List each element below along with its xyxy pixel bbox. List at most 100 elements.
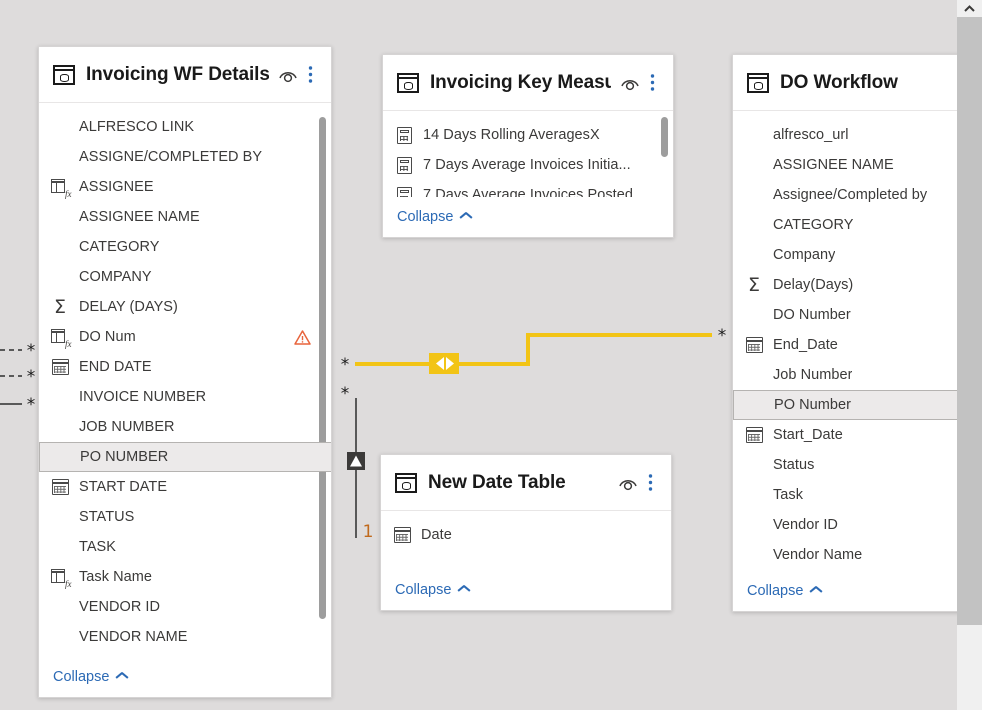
table-card-invoicing-wf-details[interactable]: Invoicing WF Details ALFRESCO LINK ASSIGN… <box>38 46 332 698</box>
field-row[interactable]: Σ Delay(Days) <box>733 270 982 300</box>
collapse-button[interactable]: Collapse <box>747 583 821 599</box>
field-row[interactable]: COMPANY <box>39 262 331 292</box>
field-name: START DATE <box>79 479 168 495</box>
field-row[interactable]: fx DO Num <box>39 322 331 352</box>
field-row[interactable]: ASSIGNEE NAME <box>733 150 982 180</box>
collapse-bar: Collapse <box>39 657 331 697</box>
table-card-invoicing-key-measures[interactable]: Invoicing Key Measures 14 Days Rolling A… <box>382 54 674 238</box>
field-row[interactable]: fx Task Name <box>39 562 331 592</box>
field-row[interactable]: fx ASSIGNEE <box>39 172 331 202</box>
more-options-icon[interactable] <box>643 472 657 494</box>
hide-eye-icon[interactable] <box>619 72 641 94</box>
warning-icon[interactable] <box>294 329 325 345</box>
card-header[interactable]: Invoicing WF Details <box>39 47 331 103</box>
field-name: Job Number <box>773 367 853 383</box>
field-name: ALFRESCO LINK <box>79 119 195 135</box>
field-row[interactable]: STATUS <box>39 502 331 532</box>
svg-text:*: * <box>718 326 727 346</box>
field-name: INVOICE NUMBER <box>79 389 207 405</box>
relationship-offscreen-left-1: * <box>0 341 35 361</box>
field-row[interactable]: Task <box>733 480 982 510</box>
field-list[interactable]: 14 Days Rolling AveragesX 7 Days Average … <box>383 111 673 197</box>
field-name: Company <box>773 247 836 263</box>
field-row[interactable]: CATEGORY <box>733 210 982 240</box>
field-list[interactable]: ALFRESCO LINK ASSIGNE/COMPLETED BY fx ASSIG… <box>39 103 331 657</box>
field-row[interactable]: Σ DELAY (DAYS) <box>39 292 331 322</box>
field-icon-none <box>49 597 71 617</box>
table-title: DO Workflow <box>780 71 898 93</box>
field-row[interactable]: VENDOR NAME <box>39 622 331 652</box>
table-card-new-date-table[interactable]: New Date Table Date Collapse <box>380 454 672 611</box>
field-row[interactable]: INVOICE NUMBER <box>39 382 331 412</box>
field-row[interactable]: Assignee/Completed by <box>733 180 982 210</box>
field-row[interactable]: Vendor ID <box>733 510 982 540</box>
window-scrollbar[interactable] <box>957 0 982 710</box>
svg-text:*: * <box>27 395 36 415</box>
scrollbar-thumb[interactable] <box>957 17 982 625</box>
field-row[interactable]: Vendor Name <box>733 540 982 570</box>
field-name: alfresco_url <box>773 127 849 143</box>
field-icon-none <box>50 447 72 467</box>
field-row[interactable]: 7 Days Average Invoices Posted... <box>383 180 673 197</box>
table-card-do-workflow[interactable]: DO Workflow alfresco_url ASSIGNEE NAME Ass… <box>732 54 982 612</box>
field-row[interactable]: CATEGORY <box>39 232 331 262</box>
collapse-button[interactable]: Collapse <box>397 209 471 225</box>
field-row[interactable]: ASSIGNE/COMPLETED BY <box>39 142 331 172</box>
hide-eye-icon[interactable] <box>277 64 299 86</box>
card-header[interactable]: Invoicing Key Measures <box>383 55 673 111</box>
field-row[interactable]: END DATE <box>39 352 331 382</box>
relationship-offscreen-left-3: * <box>0 395 35 415</box>
crossfilter-single-marker <box>347 452 365 470</box>
relationship-new-date-table-to-wf-details[interactable]: * 1 <box>341 384 374 542</box>
crossfilter-both-marker <box>429 353 459 374</box>
field-row[interactable]: End_Date <box>733 330 982 360</box>
field-row[interactable]: Company <box>733 240 982 270</box>
relationship-wf-details-to-do-workflow[interactable]: * * <box>341 326 727 375</box>
hide-eye-icon[interactable] <box>617 472 639 494</box>
field-row[interactable]: Date <box>381 520 671 550</box>
table-icon <box>53 64 75 85</box>
collapse-bar: Collapse <box>733 571 982 611</box>
field-row[interactable]: 14 Days Rolling AveragesX <box>383 120 673 150</box>
field-list[interactable]: Date <box>381 511 671 570</box>
field-row[interactable]: JOB NUMBER <box>39 412 331 442</box>
field-row[interactable]: 7 Days Average Invoices Initia... <box>383 150 673 180</box>
field-icon-none <box>743 365 765 385</box>
field-row[interactable]: DO Number <box>733 300 982 330</box>
field-row[interactable]: alfresco_url <box>733 120 982 150</box>
table-title: New Date Table <box>428 471 566 493</box>
field-icon-none <box>49 417 71 437</box>
field-row[interactable]: ASSIGNEE NAME <box>39 202 331 232</box>
field-icon-none <box>743 245 765 265</box>
calculated-column-icon: fx <box>49 567 72 588</box>
model-relationship-canvas[interactable]: * * * * * * 1 Invoicing WF Details ALFRE… <box>0 0 982 710</box>
field-name: TASK <box>79 539 116 555</box>
scroll-up-arrow-icon[interactable] <box>957 0 982 17</box>
collapse-button[interactable]: Collapse <box>53 669 127 685</box>
more-options-icon[interactable] <box>303 64 317 86</box>
field-row[interactable]: TASK <box>39 532 331 562</box>
field-list[interactable]: alfresco_url ASSIGNEE NAME Assignee/Comple… <box>733 111 982 571</box>
calendar-icon <box>391 525 413 545</box>
field-name: PO NUMBER <box>80 449 169 465</box>
field-row[interactable]: PO NUMBER <box>39 442 331 472</box>
field-name: Assignee/Completed by <box>773 187 928 203</box>
collapse-button[interactable]: Collapse <box>395 582 469 598</box>
field-name: Task <box>773 487 804 503</box>
card-header[interactable]: DO Workflow <box>733 55 982 111</box>
field-row[interactable]: Job Number <box>733 360 982 390</box>
field-row[interactable]: PO Number <box>733 390 982 420</box>
field-icon-none <box>49 237 71 257</box>
field-row[interactable]: START DATE <box>39 472 331 502</box>
field-name: DELAY (DAYS) <box>79 299 178 315</box>
field-row[interactable]: ALFRESCO LINK <box>39 112 331 142</box>
card-header[interactable]: New Date Table <box>381 455 671 511</box>
more-options-icon[interactable] <box>645 72 659 94</box>
field-name: END DATE <box>79 359 152 375</box>
field-row[interactable]: VENDOR ID <box>39 592 331 622</box>
field-row[interactable]: Status <box>733 450 982 480</box>
svg-text:*: * <box>27 341 36 361</box>
field-row[interactable]: Start_Date <box>733 420 982 450</box>
measure-icon <box>393 125 415 145</box>
svg-text:*: * <box>341 384 350 404</box>
